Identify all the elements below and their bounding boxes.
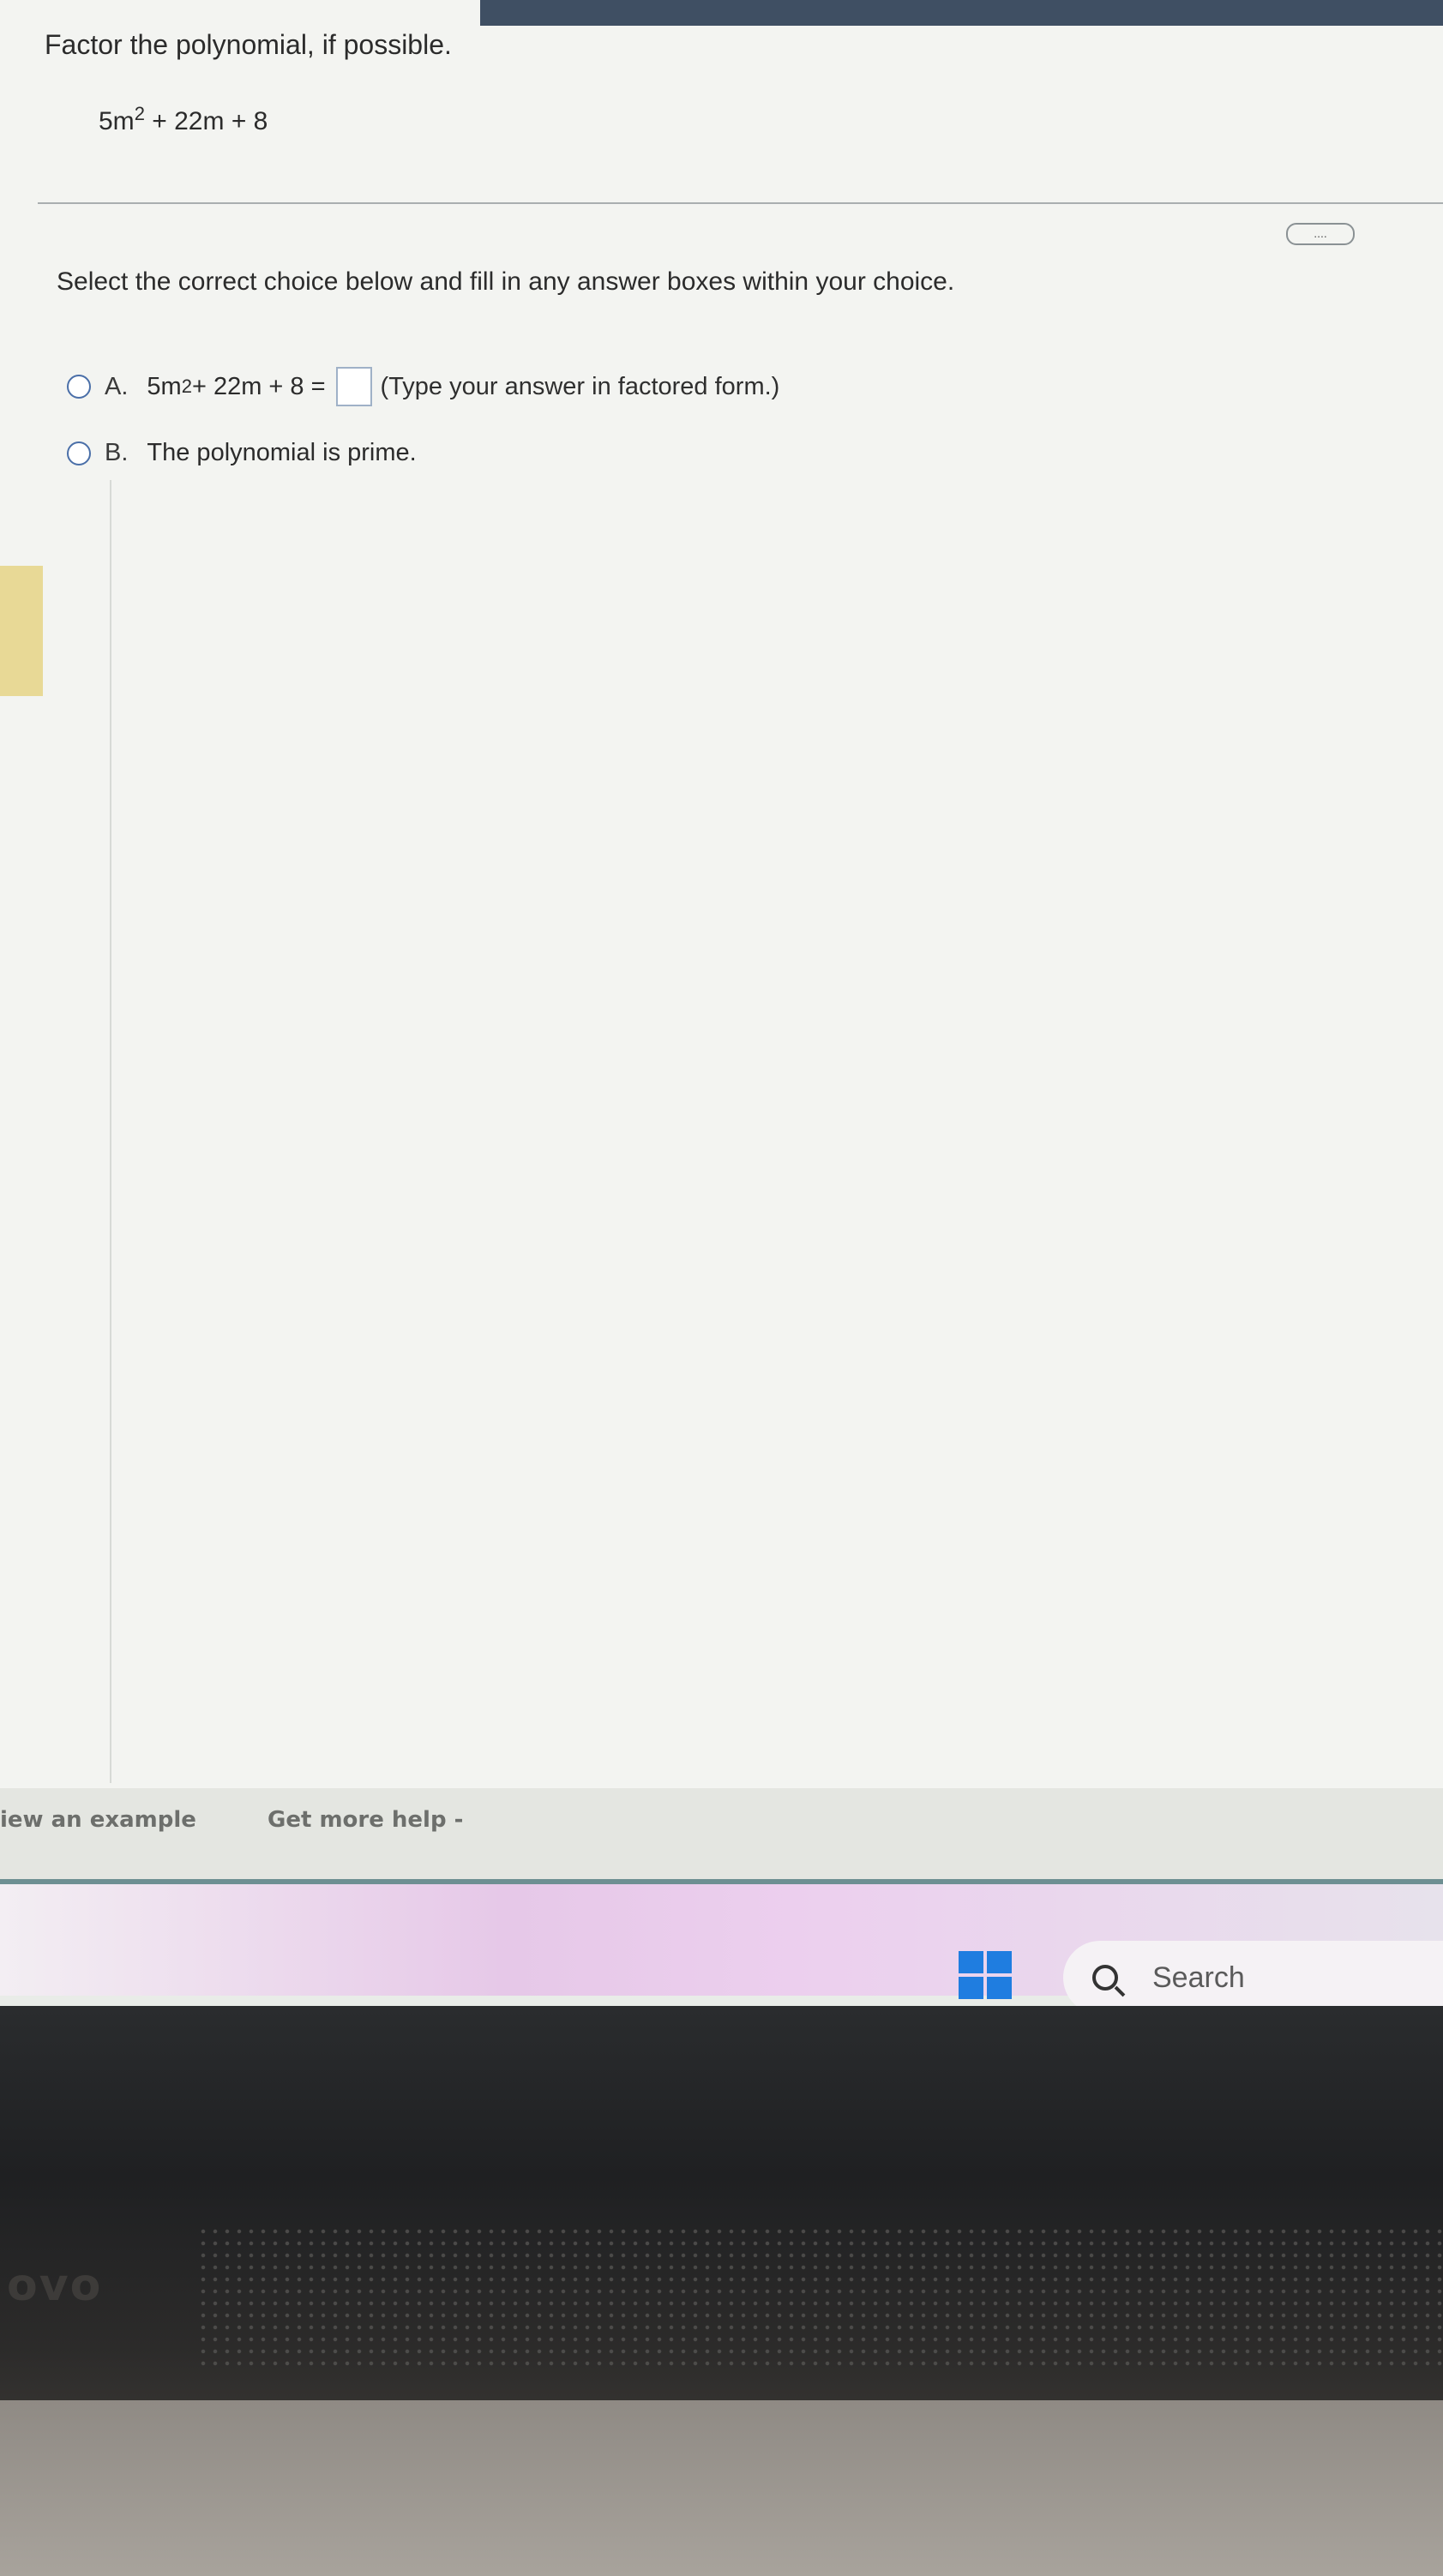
view-example-link[interactable]: iew an example <box>0 1807 196 1833</box>
laptop-base <box>0 2400 1443 2576</box>
more-options-button[interactable]: .... <box>1286 223 1355 245</box>
radio-button-b[interactable] <box>67 441 91 465</box>
top-window-strip <box>480 0 1443 26</box>
choice-a-exponent: 2 <box>181 375 192 397</box>
choice-b-letter: B. <box>105 439 129 466</box>
windows-start-icon[interactable] <box>959 1951 1012 1999</box>
start-icon-tile <box>987 1951 1012 1973</box>
polynomial-expression: 5m2 + 22m + 8 <box>99 103 268 136</box>
choice-a-rest: + 22m + 8 = <box>191 372 326 400</box>
choice-a-term: 5m <box>147 372 182 400</box>
start-icon-tile <box>959 1977 983 1999</box>
choice-a-letter: A. <box>105 372 129 400</box>
search-label: Search <box>1152 1961 1245 1994</box>
answer-hint: (Type your answer in factored form.) <box>380 372 780 400</box>
start-icon-tile <box>959 1951 983 1973</box>
choice-b[interactable]: B. The polynomial is prime. <box>67 439 417 467</box>
radio-button-a[interactable] <box>67 375 91 399</box>
browser-viewport: Factor the polynomial, if possible. 5m2 … <box>0 0 1443 1800</box>
choice-a[interactable]: A. 5m 2 + 22m + 8 = (Type your answer in … <box>67 367 779 406</box>
section-divider <box>38 202 1443 204</box>
content-border <box>110 480 111 1783</box>
help-bar <box>0 1788 1443 1879</box>
expression-term: 5m <box>99 107 135 135</box>
answer-input-box[interactable] <box>335 367 372 406</box>
choice-b-text: The polynomial is prime. <box>147 439 417 466</box>
instruction-text: Select the correct choice below and fill… <box>57 267 955 296</box>
search-icon <box>1092 1965 1118 1991</box>
start-icon-tile <box>987 1977 1012 1999</box>
side-tab <box>0 566 43 696</box>
taskbar-search-box[interactable]: Search <box>1063 1941 1443 2015</box>
speaker-grille <box>197 2225 1443 2371</box>
question-prompt: Factor the polynomial, if possible. <box>45 29 452 60</box>
get-more-help-link[interactable]: Get more help - <box>268 1807 463 1833</box>
expression-rest: + 22m + 8 <box>144 107 268 135</box>
expression-exponent: 2 <box>134 103 145 124</box>
laptop-logo: ovo <box>7 2260 103 2311</box>
